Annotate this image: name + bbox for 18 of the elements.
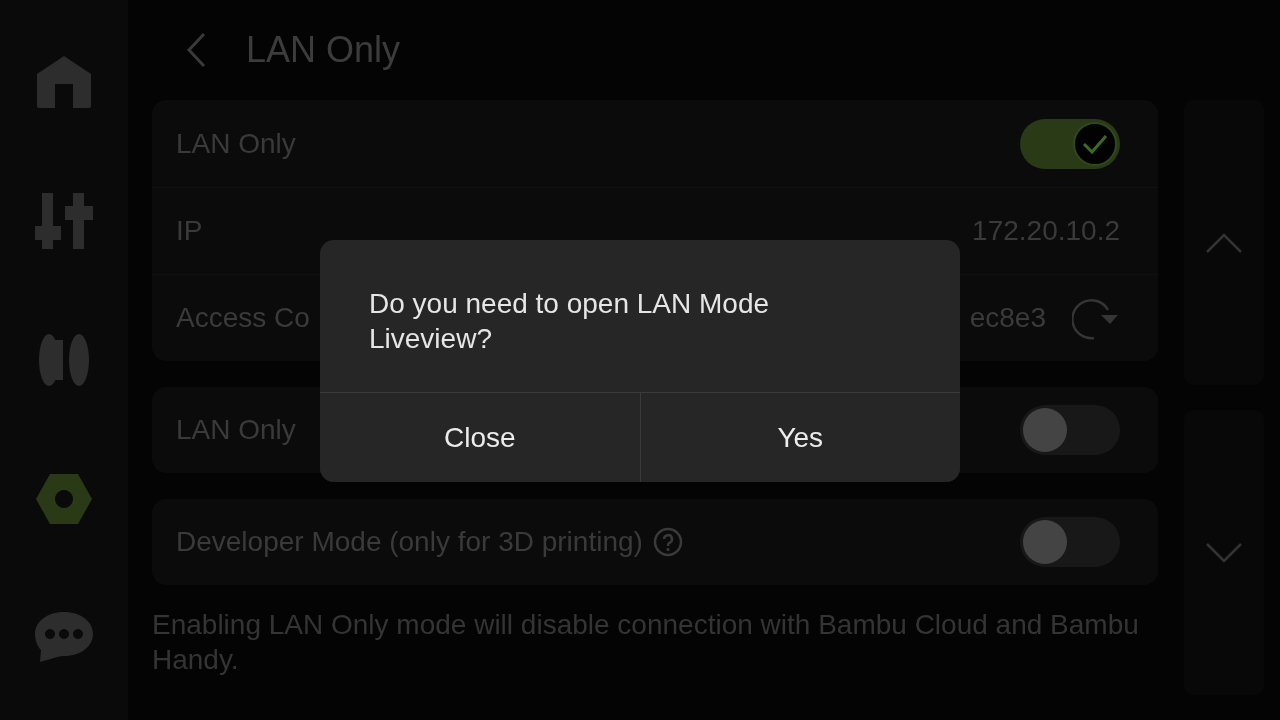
home-icon <box>37 55 91 108</box>
toggle-switch[interactable] <box>1020 517 1120 567</box>
back-icon[interactable] <box>186 32 206 68</box>
spool-icon <box>39 333 89 386</box>
refresh-icon[interactable] <box>1072 296 1120 340</box>
chat-icon <box>35 612 93 665</box>
chevron-up-icon <box>1206 232 1242 253</box>
nut-icon <box>36 474 92 525</box>
help-icon[interactable] <box>652 527 683 557</box>
scroll-down-button[interactable] <box>1184 410 1264 695</box>
dialog-button[interactable]: Yes <box>639 393 960 482</box>
toggle-switch[interactable] <box>1020 405 1120 455</box>
toggle-switch[interactable] <box>1020 118 1120 169</box>
chevron-down-icon <box>1206 542 1242 563</box>
page-title: LAN Only <box>246 29 401 71</box>
sliders-icon <box>35 192 93 249</box>
check-icon <box>1082 133 1108 154</box>
scroll-up-button[interactable] <box>1184 100 1264 385</box>
